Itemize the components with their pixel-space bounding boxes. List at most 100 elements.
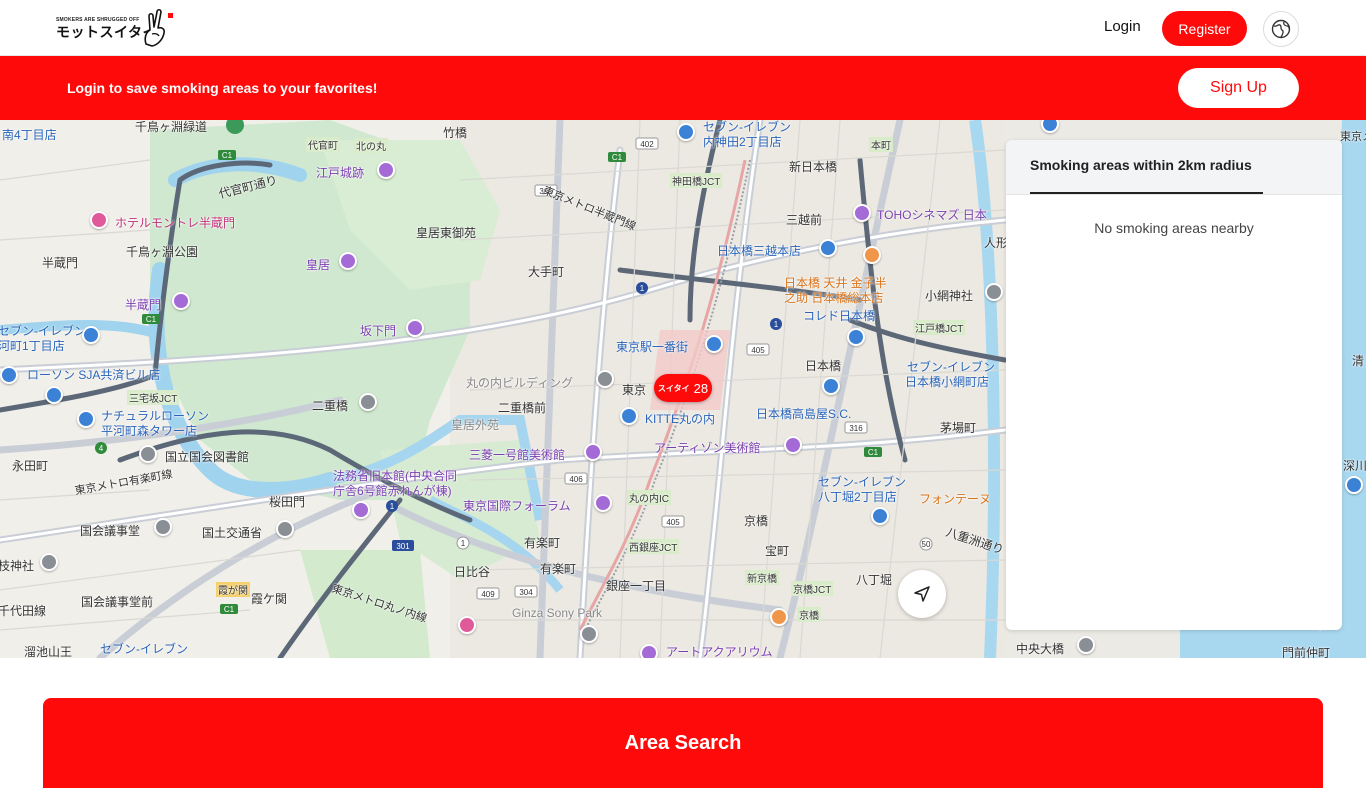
map-label: 国立国会図書館: [165, 450, 250, 464]
signup-button[interactable]: Sign Up: [1178, 68, 1299, 108]
store-poi-marker[interactable]: [871, 507, 889, 525]
building-poi-marker[interactable]: [596, 370, 614, 388]
museum-poi-marker[interactable]: [784, 436, 802, 454]
shop-poi-marker[interactable]: [458, 616, 476, 634]
map-label: 神田橋JCT: [670, 173, 723, 188]
shopping-poi-marker[interactable]: [620, 407, 638, 425]
store-poi-marker[interactable]: [0, 366, 18, 384]
shrine-poi-marker[interactable]: [985, 283, 1003, 301]
site-logo[interactable]: SMOKERS ARE SHRUGGED OFF モットスイタイ: [56, 8, 176, 48]
active-tab-indicator: [1030, 192, 1263, 194]
map-label: 桜田門: [269, 495, 306, 509]
building-poi-marker[interactable]: [580, 625, 598, 643]
shopping-poi-marker[interactable]: [705, 335, 723, 353]
map-label: 三越前: [786, 213, 823, 227]
museum-poi-marker[interactable]: [584, 443, 602, 461]
register-button[interactable]: Register: [1162, 11, 1247, 46]
bridge-poi-marker[interactable]: [1077, 636, 1095, 654]
map-label: アートアクアリウム: [666, 645, 773, 658]
landmark-poi-marker[interactable]: [406, 319, 424, 337]
landmark-poi-marker[interactable]: [594, 494, 612, 512]
map-label: 二重橋: [312, 399, 349, 413]
landmark-poi-marker[interactable]: [339, 252, 357, 270]
shopping-poi-marker[interactable]: [819, 239, 837, 257]
landmark-poi-marker[interactable]: [352, 501, 370, 519]
shrine-poi-marker[interactable]: [40, 553, 58, 571]
building-poi-marker[interactable]: [139, 445, 157, 463]
svg-text:304: 304: [519, 588, 533, 597]
map-label: 丸の内IC: [627, 490, 671, 505]
map-label: 日本橋三越本店: [717, 244, 802, 258]
map-label: 竹橋: [443, 126, 468, 140]
map-label: 半蔵門: [42, 256, 79, 270]
map-label: 丸の内ビルディング: [466, 376, 574, 390]
login-link[interactable]: Login: [1104, 18, 1141, 35]
map-label: 二重橋前: [498, 401, 547, 415]
store-poi-marker[interactable]: [82, 326, 100, 344]
store-poi-marker[interactable]: [677, 123, 695, 141]
svg-text:C1: C1: [612, 153, 623, 162]
svg-text:316: 316: [849, 424, 863, 433]
map-view[interactable]: C1 C1 C1 C1 C1 402 301 405 316 406 405 3…: [0, 120, 1366, 658]
map-label: 平河町森タワー店: [101, 424, 198, 438]
smoking-area-cluster-marker[interactable]: スイタイ 28: [654, 374, 712, 402]
landmark-poi-marker[interactable]: [172, 292, 190, 310]
map-label: アーティゾン美術館: [654, 441, 761, 455]
map-label: 日本橋小網町店: [905, 375, 990, 389]
svg-text:C1: C1: [868, 448, 879, 457]
map-label: 八丁堀2丁目店: [818, 490, 897, 504]
map-label: 永田町: [12, 459, 49, 473]
svg-text:1: 1: [640, 284, 645, 293]
login-promo-banner: Login to save smoking areas to your favo…: [0, 56, 1366, 120]
cafe-poi-marker[interactable]: [770, 608, 788, 626]
svg-text:1: 1: [774, 320, 779, 329]
map-label: 千鳥ヶ淵公園: [126, 245, 199, 259]
map-label: 北の丸: [354, 138, 388, 153]
map-label: 霞ケ関: [251, 592, 288, 606]
landmark-poi-marker[interactable]: [640, 644, 658, 658]
building-poi-marker[interactable]: [154, 518, 172, 536]
svg-text:C1: C1: [224, 605, 235, 614]
restaurant-poi-marker[interactable]: [863, 246, 881, 264]
map-label: 日本橋: [805, 359, 842, 373]
globe-icon: [1271, 19, 1291, 39]
area-search-section: Area Search: [43, 698, 1323, 788]
map-label: Ginza Sony Park: [512, 606, 603, 620]
map-label: 銀座一丁目: [606, 579, 667, 593]
store-poi-marker[interactable]: [45, 386, 63, 404]
tab-within-2km[interactable]: Smoking areas within 2km radius: [1030, 157, 1252, 173]
map-label: 江戸橋JCT: [913, 320, 966, 335]
cluster-count: 28: [693, 380, 709, 396]
building-poi-marker[interactable]: [276, 520, 294, 538]
svg-text:409: 409: [481, 590, 495, 599]
svg-text:405: 405: [666, 518, 680, 527]
cinema-poi-marker[interactable]: [853, 204, 871, 222]
map-label: 東京メトロ東西線: [1340, 131, 1366, 143]
landmark-poi-marker[interactable]: [377, 161, 395, 179]
current-location-button[interactable]: [898, 570, 946, 618]
map-label: 新京橋: [745, 570, 779, 585]
map-label: 国会議事堂: [80, 524, 141, 538]
map-label: 千代田線: [0, 604, 47, 618]
svg-text:4: 4: [99, 444, 104, 453]
map-label: セブン-イレブン: [100, 642, 188, 656]
language-button[interactable]: [1263, 11, 1299, 47]
store-poi-marker[interactable]: [77, 410, 95, 428]
hotel-poi-marker[interactable]: [90, 211, 108, 229]
shopping-poi-marker[interactable]: [847, 328, 865, 346]
store-poi-marker[interactable]: [1345, 476, 1363, 494]
map-label: 深川: [1343, 459, 1366, 473]
svg-text:402: 402: [640, 140, 654, 149]
map-label: 東京駅一番街: [616, 340, 689, 354]
map-label: 有楽町: [540, 562, 577, 576]
building-poi-marker[interactable]: [359, 393, 377, 411]
map-label: 宝町: [765, 544, 790, 558]
map-label: 庁舎6号館赤れんが棟): [333, 484, 452, 498]
svg-text:C1: C1: [222, 151, 233, 160]
map-label: 大手町: [528, 265, 565, 279]
area-search-title: Area Search: [624, 732, 742, 754]
shopping-poi-marker[interactable]: [822, 377, 840, 395]
map-label: 京橋JCT: [791, 581, 834, 596]
site-header: SMOKERS ARE SHRUGGED OFF モットスイタイ Login R…: [0, 0, 1366, 56]
map-label: 溜池山王: [24, 645, 73, 658]
